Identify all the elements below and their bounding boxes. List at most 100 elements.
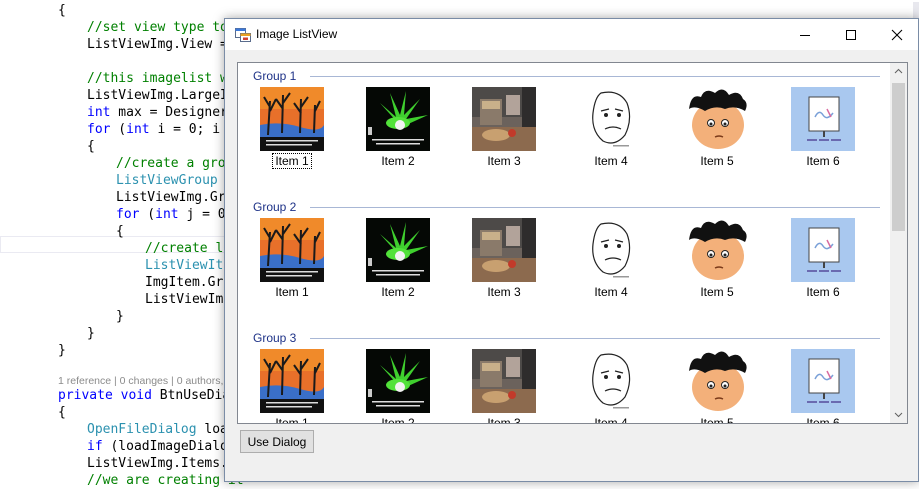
code-line: {	[116, 223, 124, 240]
code-line: {	[58, 2, 66, 19]
code-line: //set view type to	[87, 19, 236, 36]
chevron-down-icon[interactable]	[890, 406, 907, 423]
item-label: Item 4	[566, 153, 656, 169]
item-thumbnail	[685, 87, 749, 151]
listview-item[interactable]: Item 3	[459, 218, 549, 308]
windows-form-icon	[235, 28, 251, 42]
code-token: (	[139, 207, 156, 222]
item-label: Item 5	[672, 415, 762, 424]
code-line: {	[87, 138, 95, 155]
item-label: Item 5	[672, 284, 762, 300]
item-label: Item 6	[778, 284, 868, 300]
item-label: Item 2	[353, 415, 443, 423]
code-token: ListViewImg.View =	[87, 37, 236, 52]
item-thumbnail	[791, 349, 855, 413]
listview-item[interactable]: Item 2	[353, 87, 443, 177]
listview-group: Group 2 Item 1 Item 2 Item 3 Item 4 Item…	[238, 194, 893, 325]
item-label: Item 3	[459, 284, 549, 300]
code-token: ListViewImg.Grou	[116, 190, 242, 205]
item-label-text: Item 1	[275, 416, 309, 424]
code-token: int	[155, 207, 179, 222]
group-divider	[310, 76, 880, 77]
listview-item[interactable]: Item 1	[247, 87, 337, 177]
listview-item[interactable]: Item 5	[672, 218, 762, 308]
item-thumbnail	[685, 349, 749, 413]
listview-item[interactable]: Item 1	[247, 218, 337, 308]
code-line: }	[87, 325, 95, 342]
item-label: Item 4	[566, 415, 656, 423]
image-listview-window: Image ListView Group 1 Item 1 Item 2 Ite…	[224, 18, 919, 482]
item-thumbnail	[366, 349, 430, 413]
code-line: for (int j = 0;	[116, 206, 233, 223]
code-token: }	[87, 326, 95, 341]
item-label: Item 4	[566, 284, 656, 300]
code-token: OpenFileDialog	[87, 422, 197, 437]
group-divider	[310, 207, 880, 208]
code-line: }	[58, 342, 66, 359]
vertical-scrollbar[interactable]	[890, 63, 907, 423]
code-line: for (int i = 0; i <	[87, 121, 236, 138]
item-label-text: Item 5	[700, 285, 734, 299]
item-thumbnail	[366, 87, 430, 151]
item-label-text: Item 6	[806, 154, 840, 168]
listview-item[interactable]: Item 4	[566, 218, 656, 308]
listview-item[interactable]: Item 5	[672, 349, 762, 424]
code-line: ListViewImg.LargeIma	[87, 87, 244, 104]
listview-item[interactable]: Item 6	[778, 218, 868, 308]
code-token: }	[58, 343, 66, 358]
listview-item[interactable]: Item 6	[778, 87, 868, 177]
item-label-text: Item 5	[700, 154, 734, 168]
listview-item[interactable]: Item 6	[778, 349, 868, 423]
code-token: {	[58, 405, 66, 420]
code-token: (	[110, 122, 127, 137]
item-label-text: Item 2	[381, 154, 415, 168]
item-label: Item 5	[672, 153, 762, 169]
listview-item[interactable]: Item 2	[353, 218, 443, 308]
chevron-up-icon[interactable]	[890, 63, 907, 80]
code-token: {	[58, 3, 66, 18]
listview-item[interactable]: Item 2	[353, 349, 443, 423]
minimize-button[interactable]	[782, 19, 828, 50]
scrollbar-thumb[interactable]	[892, 83, 905, 231]
code-token: int	[87, 105, 111, 120]
item-label: Item 3	[459, 415, 549, 424]
code-line: //this imagelist was	[87, 70, 244, 87]
code-token: ListViewImg.LargeIma	[87, 88, 244, 103]
listview-item[interactable]: Item 5	[672, 87, 762, 177]
code-line: OpenFileDialog loadI	[87, 421, 244, 438]
code-token: {	[87, 139, 95, 154]
code-token: }	[116, 309, 124, 324]
use-dialog-button[interactable]: Use Dialog	[240, 430, 314, 453]
listview-item[interactable]: Item 4	[566, 87, 656, 177]
close-button[interactable]	[874, 19, 919, 50]
image-list-view[interactable]: Group 1 Item 1 Item 2 Item 3 Item 4 Item…	[237, 62, 908, 424]
group-header[interactable]: Group 2	[253, 200, 296, 214]
code-line: ListViewImg.View = V	[87, 36, 244, 53]
code-token: //we are creating it	[87, 473, 244, 488]
title-bar[interactable]: Image ListView	[225, 19, 918, 50]
listview-item[interactable]: Item 4	[566, 349, 656, 423]
maximize-button[interactable]	[828, 19, 874, 50]
item-label-text: Item 3	[487, 416, 521, 424]
code-line: private void BtnUseDialo	[58, 387, 246, 404]
listview-item[interactable]: Item 1	[247, 349, 337, 424]
item-label-text: Item 2	[381, 285, 415, 299]
listview-item[interactable]: Item 3	[459, 349, 549, 424]
item-label-text: Item 1	[272, 153, 312, 169]
item-thumbnail	[579, 87, 643, 151]
item-thumbnail	[472, 218, 536, 282]
code-line: ListViewImg.Grou	[116, 189, 241, 206]
code-token: void	[120, 388, 152, 403]
code-line: ListViewGroup gr	[116, 172, 241, 189]
listview-item[interactable]: Item 3	[459, 87, 549, 177]
group-divider	[310, 338, 880, 339]
group-header[interactable]: Group 1	[253, 69, 296, 83]
code-line: ListViewImg.Items.Cl	[87, 455, 244, 472]
listview-group: Group 1 Item 1 Item 2 Item 3 Item 4 Item…	[238, 63, 893, 194]
item-label-text: Item 5	[700, 416, 734, 424]
group-header[interactable]: Group 3	[253, 331, 296, 345]
code-token: if	[87, 439, 103, 454]
code-token: for	[87, 122, 111, 137]
item-label-text: Item 4	[594, 154, 628, 168]
